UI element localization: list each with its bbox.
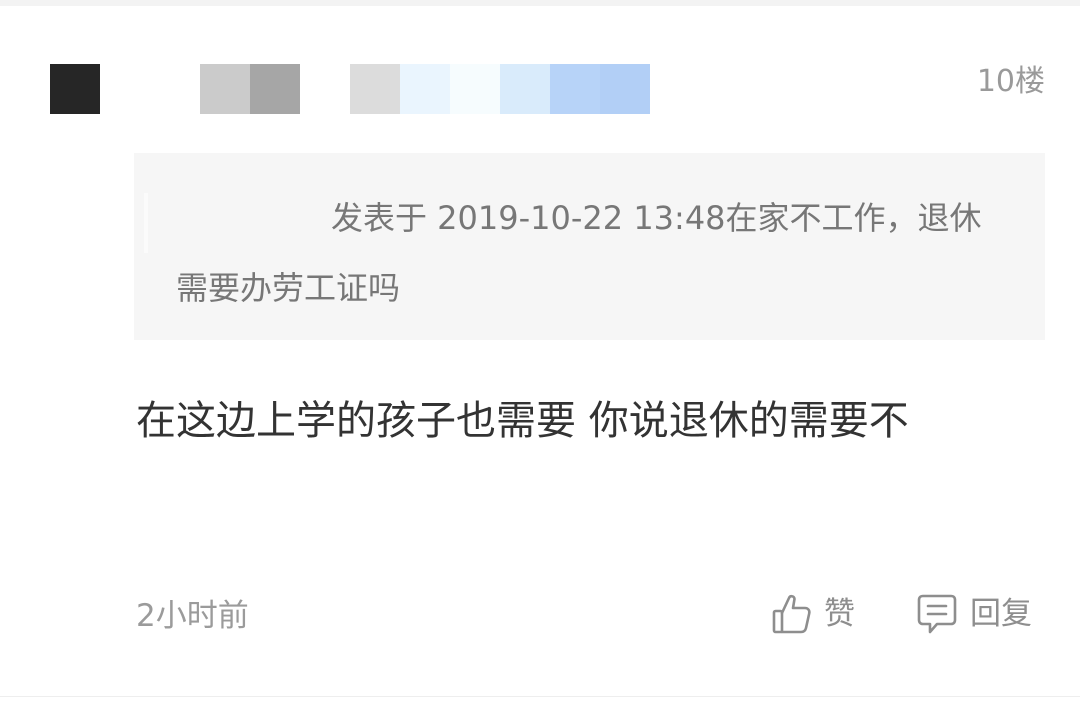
quote-author-redacted <box>176 228 331 229</box>
avatar[interactable] <box>50 64 100 114</box>
redacted-block <box>450 64 500 114</box>
redacted-block <box>500 64 550 114</box>
reply-label: 回复 <box>970 596 1032 632</box>
floor-number: 10楼 <box>976 64 1045 99</box>
user-badge-redacted <box>350 64 650 114</box>
timestamp: 2小时前 <box>136 598 249 634</box>
comment-icon <box>916 592 958 636</box>
redacted-block <box>350 64 400 114</box>
bottom-divider <box>0 696 1080 697</box>
quote-marker <box>144 193 148 253</box>
comment-footer: 2小时前 赞 回复 <box>136 588 1045 644</box>
quote-content: 发表于 2019-10-22 13:48在家不工作，退休需要办劳工证吗 <box>176 199 982 307</box>
redacted-block <box>200 64 250 114</box>
redacted-block <box>550 64 600 114</box>
comment-card: 10楼 发表于 2019-10-22 13:48在家不工作，退休需要办劳工证吗 … <box>0 0 1080 714</box>
quote-text: 发表于 2019-10-22 13:48在家不工作，退休需要办劳工证吗 <box>176 183 1006 323</box>
thumbs-up-icon <box>772 592 812 636</box>
comment-text: 在这边上学的孩子也需要 你说退休的需要不 <box>136 398 909 444</box>
reply-button[interactable]: 回复 <box>916 592 1032 636</box>
quoted-comment[interactable]: 发表于 2019-10-22 13:48在家不工作，退休需要办劳工证吗 <box>134 153 1045 340</box>
redacted-block <box>400 64 450 114</box>
redacted-block <box>250 64 300 114</box>
redacted-block <box>600 64 650 114</box>
username-redacted[interactable] <box>200 64 300 114</box>
top-divider <box>0 0 1080 6</box>
like-button[interactable]: 赞 <box>772 592 855 636</box>
like-label: 赞 <box>824 596 855 632</box>
